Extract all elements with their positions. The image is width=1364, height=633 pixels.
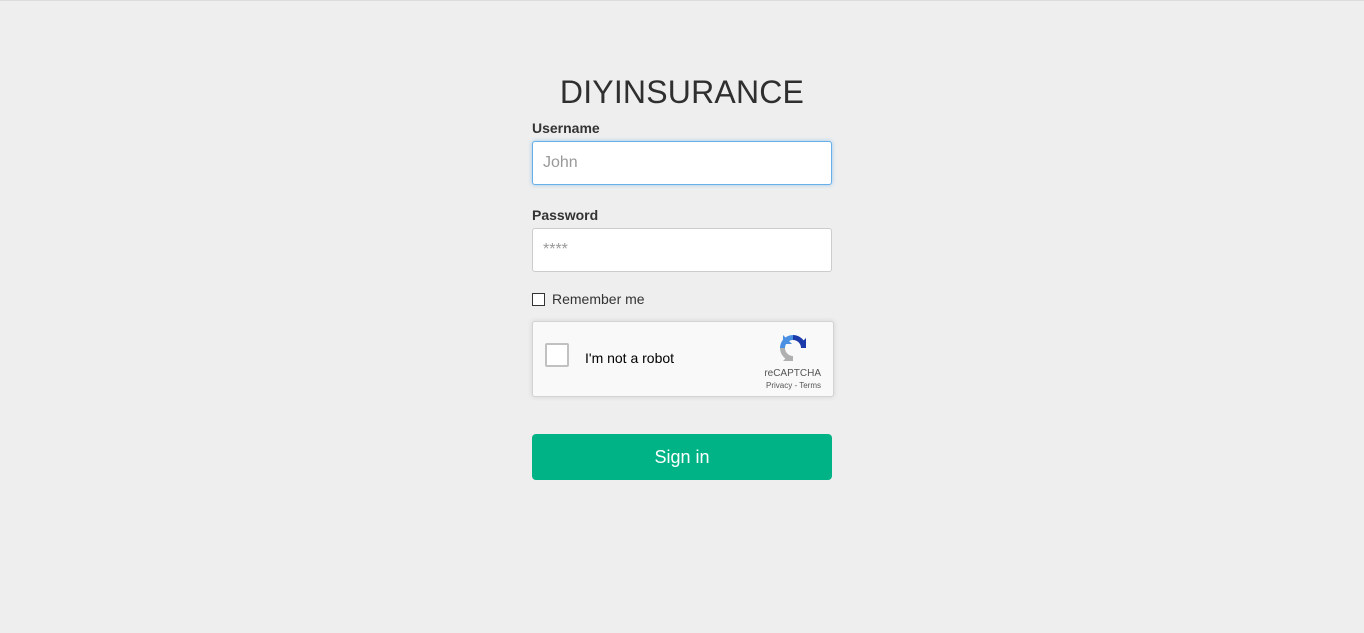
top-border [0,0,1364,1]
recaptcha-terms-link[interactable]: Terms [799,381,821,390]
password-input[interactable] [532,228,832,272]
recaptcha-links: Privacy - Terms [766,381,821,390]
sign-in-button[interactable]: Sign in [532,434,832,480]
remember-me-checkbox[interactable] [532,292,545,306]
recaptcha-label: I'm not a robot [585,350,675,366]
brand-title: DIYINSURANCE [559,74,805,110]
recaptcha-privacy-link[interactable]: Privacy [766,381,792,390]
login-form: DIYINSURANCE Username Password Remember … [532,72,834,480]
recaptcha-brand: reCAPTCHA [764,368,821,379]
remember-me-label[interactable]: Remember me [552,291,645,307]
recaptcha-checkbox[interactable] [545,343,569,367]
remember-me-row[interactable]: Remember me [532,291,832,307]
username-label: Username [532,120,600,136]
username-input[interactable] [532,141,832,185]
password-label: Password [532,207,599,223]
recaptcha-widget: I'm not a robot reCAPTCHA Privacy - Term… [532,321,834,397]
recaptcha-logo-icon [780,335,806,361]
